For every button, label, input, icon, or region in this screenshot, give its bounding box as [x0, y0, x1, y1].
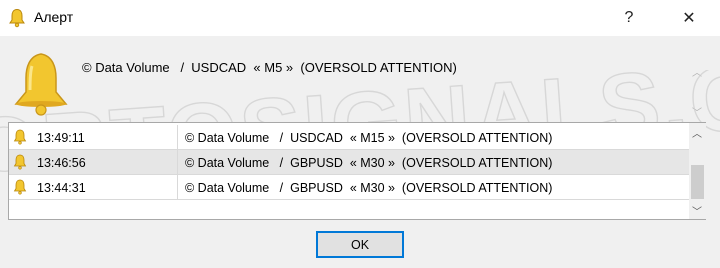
alert-time: 13:46:56	[37, 156, 86, 170]
close-button[interactable]: ✕	[666, 0, 712, 36]
alert-message: © Data Volume / GBPUSD « M30 » (OVERSOLD…	[185, 181, 553, 195]
column-divider	[177, 150, 178, 175]
bell-icon	[13, 129, 27, 145]
alert-message: © Data Volume / GBPUSD « M30 » (OVERSOLD…	[185, 156, 553, 170]
help-button[interactable]: ?	[606, 0, 652, 36]
alert-dialog: Алерт ? ✕ © Data Volume / USDCAD « M5 » …	[0, 0, 720, 268]
list-item[interactable]: 13:44:31 © Data Volume / GBPUSD « M30 » …	[9, 175, 689, 200]
list-item[interactable]: 13:46:56 © Data Volume / GBPUSD « M30 » …	[9, 150, 689, 175]
bell-icon	[13, 179, 27, 195]
scrollbar-thumb[interactable]	[691, 165, 704, 199]
list-scrollbar[interactable]: ︿ ﹀	[689, 123, 706, 219]
window-title: Алерт	[34, 9, 74, 25]
alert-message: © Data Volume / USDCAD « M15 » (OVERSOLD…	[185, 131, 553, 145]
message-scrollbar[interactable]: ︿ ﹀	[690, 64, 704, 120]
current-alert-message: © Data Volume / USDCAD « M5 » (OVERSOLD …	[82, 60, 457, 75]
scroll-down-icon[interactable]: ﹀	[690, 203, 704, 218]
bell-icon	[14, 53, 68, 116]
scroll-up-icon[interactable]: ︿	[690, 125, 704, 140]
title-bar: Алерт ? ✕	[0, 0, 720, 36]
bell-icon	[9, 8, 25, 28]
alert-history-list[interactable]: 13:49:11 © Data Volume / USDCAD « M15 » …	[8, 122, 706, 220]
current-alert-panel: © Data Volume / USDCAD « M5 » (OVERSOLD …	[0, 36, 720, 119]
list-item[interactable]: 13:49:11 © Data Volume / USDCAD « M15 » …	[9, 125, 689, 150]
bell-icon	[13, 154, 27, 170]
scroll-down-icon[interactable]: ﹀	[690, 104, 704, 119]
scroll-up-icon[interactable]: ︿	[690, 64, 704, 79]
column-divider	[177, 125, 178, 150]
ok-button[interactable]: OK	[316, 231, 404, 258]
column-divider	[177, 175, 178, 200]
alert-time: 13:49:11	[37, 131, 85, 145]
alert-time: 13:44:31	[37, 181, 86, 195]
